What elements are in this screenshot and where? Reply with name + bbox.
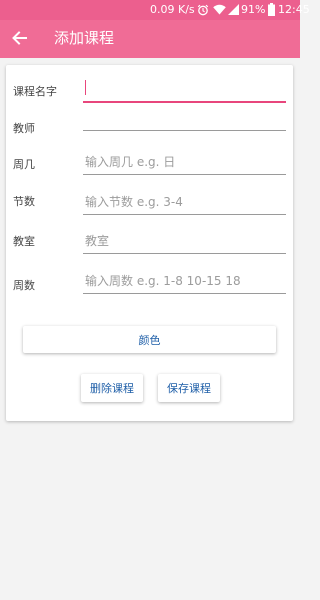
classroom-label: 教室 (13, 235, 35, 248)
delete-course-button[interactable]: 删除课程 (81, 374, 143, 402)
save-course-button[interactable]: 保存课程 (158, 374, 220, 402)
text-cursor (85, 80, 86, 95)
weekday-label: 周几 (13, 158, 35, 171)
course-name-label: 课程名字 (13, 85, 57, 98)
periods-input[interactable] (83, 190, 286, 215)
alarm-icon (197, 4, 209, 16)
network-speed: 0.09 K/s (150, 3, 195, 16)
app-bar: 添加课程 (0, 20, 300, 58)
status-bar: 0.09 K/s 91% 12:45 (0, 0, 310, 20)
periods-label: 节数 (13, 195, 35, 208)
weeks-input[interactable] (83, 269, 286, 294)
weekday-input[interactable] (83, 150, 286, 175)
weeks-row: 周数 (6, 269, 293, 317)
wifi-icon (213, 4, 226, 15)
battery-percent: 91% (241, 3, 266, 16)
weeks-label: 周数 (13, 279, 35, 292)
periods-row: 节数 (6, 190, 293, 233)
classroom-row: 教室 (6, 229, 293, 273)
empty-background (0, 426, 300, 600)
back-arrow-icon[interactable] (10, 28, 30, 48)
color-button[interactable]: 颜色 (23, 326, 276, 353)
classroom-input[interactable] (83, 229, 286, 254)
teacher-input[interactable] (83, 106, 286, 131)
course-name-input[interactable] (83, 77, 286, 103)
course-form-card: 课程名字 教师 周几 节数 教室 周数 颜色 删除课程 保存课程 (6, 65, 293, 421)
page-title: 添加课程 (54, 29, 115, 47)
signal-icon (228, 4, 239, 15)
battery-icon (268, 3, 275, 16)
teacher-label: 教师 (13, 122, 35, 135)
clock: 12:45 (278, 3, 310, 16)
